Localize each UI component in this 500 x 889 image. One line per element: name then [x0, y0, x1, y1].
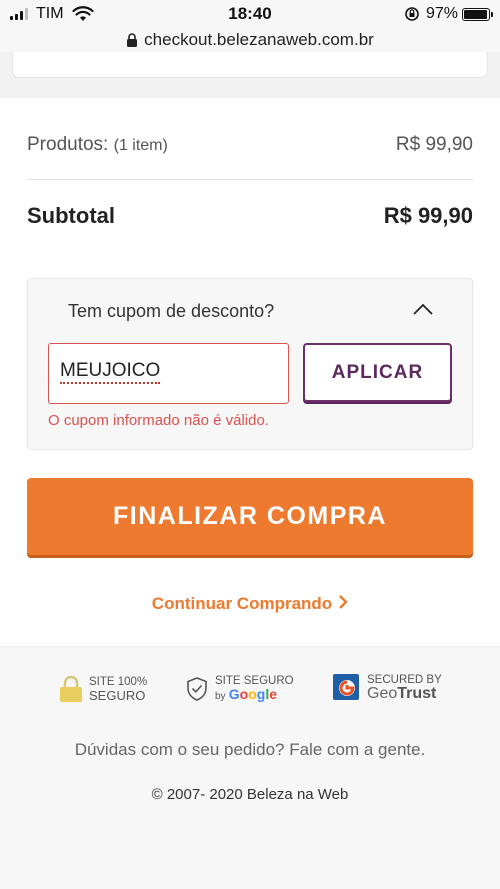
- products-count: (1 item): [113, 137, 168, 154]
- cart-items-area: [0, 52, 500, 98]
- status-bar: TIM 18:40 97%: [0, 0, 500, 28]
- seal2-line2: by Google: [215, 686, 294, 703]
- geotrust-wordmark: GeoTrust: [367, 685, 442, 702]
- site-safe-seal: SITE 100% SEGURO: [59, 675, 147, 703]
- google-logo-text: Google: [228, 686, 278, 702]
- battery-percent: 97%: [425, 5, 458, 22]
- shield-check-icon: [187, 677, 207, 701]
- coupon-error-message: O cupom informado não é válido.: [48, 412, 269, 429]
- cart-item-card: [12, 52, 488, 78]
- status-right: 97%: [404, 5, 493, 23]
- geotrust-logo-icon: [333, 674, 359, 700]
- battery-level: [464, 9, 488, 19]
- apply-coupon-button[interactable]: APLICAR: [303, 343, 452, 402]
- site-safe-text: SITE 100% SEGURO: [89, 676, 147, 702]
- products-row: Produtos: (1 item) R$ 99,90: [27, 134, 473, 156]
- help-text[interactable]: Dúvidas com o seu pedido? Fale com a gen…: [0, 740, 500, 760]
- products-label: Produtos:: [27, 134, 109, 155]
- subtotal-label: Subtotal: [27, 203, 115, 228]
- seal1-line2: SEGURO: [89, 688, 146, 703]
- subtotal-value: R$ 99,90: [383, 203, 473, 228]
- products-label-group: Produtos: (1 item): [27, 134, 168, 156]
- finalize-purchase-button[interactable]: FINALIZAR COMPRA: [27, 478, 473, 555]
- geotrust-trust: Trust: [397, 685, 437, 702]
- continue-shopping-label: Continuar Comprando: [151, 594, 333, 613]
- summary-divider: [27, 179, 473, 180]
- seal2-by: by: [215, 691, 226, 702]
- coupon-box: Tem cupom de desconto? MEUJOICO APLICAR …: [27, 278, 473, 450]
- coupon-question[interactable]: Tem cupom de desconto?: [68, 301, 274, 322]
- continue-shopping-link[interactable]: Continuar Comprando: [0, 594, 500, 614]
- chevron-up-icon[interactable]: [412, 302, 434, 316]
- geotrust-text: SECURED BY GeoTrust: [367, 674, 442, 702]
- coupon-input-value: MEUJOICO: [60, 360, 161, 384]
- url-text: checkout.belezanaweb.com.br: [144, 30, 374, 49]
- lock-icon: [127, 33, 138, 47]
- products-value: R$ 99,90: [395, 134, 473, 155]
- subtotal-row: Subtotal R$ 99,90: [27, 203, 473, 229]
- chevron-right-icon: [339, 595, 348, 609]
- orientation-lock-icon: [405, 7, 419, 21]
- padlock-seal-icon: [60, 675, 82, 702]
- geotrust-seal: SECURED BY GeoTrust: [332, 673, 442, 702]
- copyright: © 2007- 2020 Beleza na Web: [151, 786, 349, 803]
- google-safe-text: SITE SEGURO by Google: [215, 675, 294, 703]
- coupon-input[interactable]: MEUJOICO: [48, 343, 289, 404]
- footer: SITE 100% SEGURO SITE SEGURO by Google S…: [0, 646, 500, 889]
- url-bar[interactable]: checkout.belezanaweb.com.br: [0, 28, 500, 52]
- google-safe-seal: SITE SEGURO by Google: [186, 675, 294, 703]
- geotrust-geo: Geo: [367, 685, 398, 702]
- battery-icon: [462, 7, 493, 21]
